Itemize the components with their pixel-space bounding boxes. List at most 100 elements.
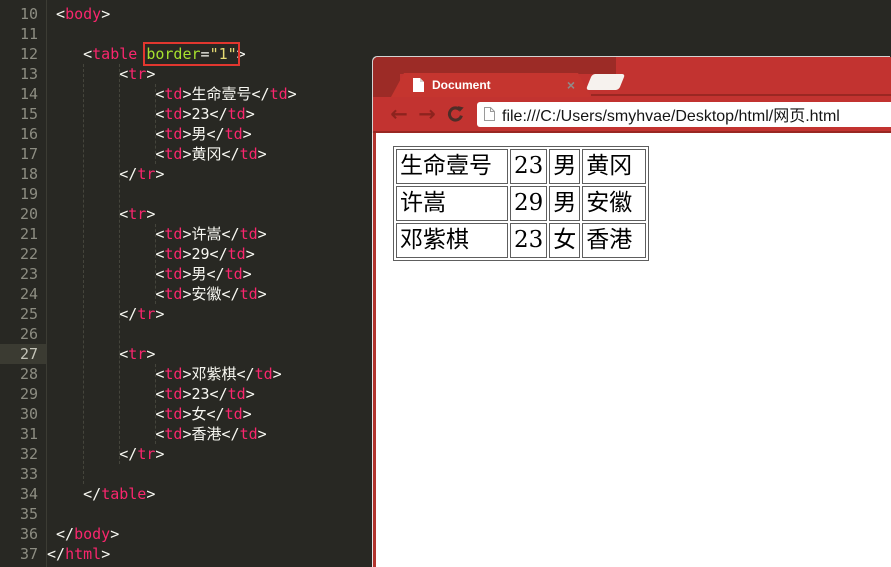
code-token: td xyxy=(164,265,183,283)
forward-button[interactable]: → xyxy=(413,103,441,125)
code-token: td xyxy=(164,225,183,243)
tab-strip: Document × xyxy=(373,57,891,97)
table-cell: 29 xyxy=(510,186,548,221)
code-token: < xyxy=(47,145,165,163)
code-token: > xyxy=(146,345,156,363)
code-token: td xyxy=(224,265,243,283)
tabstrip-separator xyxy=(591,94,891,96)
annotation-box: border="1" xyxy=(143,42,240,66)
browser-toolbar: ← → file:///C:/Users/smyhvae/Desktop/htm… xyxy=(373,97,891,133)
code-token: tr xyxy=(128,205,147,223)
table-row: 生命壹号 23 男黄冈 xyxy=(396,149,647,184)
page-content: 生命壹号 23 男黄冈 许嵩 29 男安徽 邓紫棋 23 女香港 xyxy=(373,133,891,567)
code-line: 10 <body> xyxy=(0,4,891,24)
code-text: </tr> xyxy=(46,304,164,324)
indent-guide xyxy=(83,64,84,484)
code-token: < xyxy=(47,5,66,23)
code-token: tr xyxy=(137,165,156,183)
line-number: 11 xyxy=(19,25,38,43)
code-token: > xyxy=(242,265,252,283)
line-number: 13 xyxy=(19,65,38,83)
code-text: <body> xyxy=(46,4,110,24)
code-token: </ xyxy=(47,485,102,503)
table-cell: 黄冈 xyxy=(582,149,647,184)
code-token: > xyxy=(146,485,156,503)
reload-icon xyxy=(447,105,464,122)
back-button[interactable]: ← xyxy=(385,103,413,125)
code-text: </tr> xyxy=(46,164,164,184)
code-token: < xyxy=(47,205,129,223)
code-token: < xyxy=(47,365,165,383)
tab-title: Document xyxy=(432,78,491,92)
code-token: > xyxy=(245,245,255,263)
code-token: < xyxy=(47,125,165,143)
code-text: <td>安徽</td> xyxy=(46,284,267,304)
code-token: < xyxy=(47,45,93,63)
code-token: </ xyxy=(47,165,138,183)
browser-tab[interactable]: Document × xyxy=(391,73,591,97)
code-token: > xyxy=(242,405,252,423)
code-token: >安徽</ xyxy=(182,285,240,303)
code-token: td xyxy=(227,245,246,263)
code-token: > xyxy=(245,385,255,403)
code-token: > xyxy=(101,545,111,563)
table-cell: 香港 xyxy=(582,223,647,258)
code-token: > xyxy=(236,45,246,63)
code-token: >男</ xyxy=(182,125,225,143)
line-number: 23 xyxy=(19,265,38,283)
code-text: <tr> xyxy=(46,204,155,224)
code-token: = xyxy=(200,45,210,63)
code-token: td xyxy=(164,285,183,303)
line-number: 21 xyxy=(19,225,38,243)
code-token: >生命壹号</ xyxy=(182,85,270,103)
code-text: <td>邓紫棋</td> xyxy=(46,364,282,384)
code-token: >黄冈</ xyxy=(182,145,240,163)
line-number: 17 xyxy=(19,145,38,163)
code-token: > xyxy=(272,365,282,383)
titlebar xyxy=(373,57,616,74)
url-page-icon xyxy=(484,107,495,121)
code-token: < xyxy=(47,265,165,283)
code-token: td xyxy=(164,105,183,123)
code-token: td xyxy=(164,245,183,263)
tab-close-icon[interactable]: × xyxy=(567,78,575,92)
code-token: >邓紫棋</ xyxy=(182,365,255,383)
code-text: <td>女</td> xyxy=(46,404,252,424)
code-text: <td>男</td> xyxy=(46,264,252,284)
line-number: 36 xyxy=(19,525,38,543)
table-cell: 许嵩 xyxy=(396,186,508,221)
code-token: > xyxy=(257,145,267,163)
code-token: > xyxy=(155,445,165,463)
line-number: 33 xyxy=(19,465,38,483)
code-token: tr xyxy=(137,305,156,323)
code-token: </ xyxy=(47,445,138,463)
code-token: > xyxy=(146,65,156,83)
code-token: table xyxy=(101,485,147,503)
code-token: > xyxy=(101,5,111,23)
code-text: <tr> xyxy=(46,64,155,84)
table-cell: 生命壹号 xyxy=(396,149,508,184)
code-token: < xyxy=(47,225,165,243)
line-number: 18 xyxy=(19,165,38,183)
code-text: <td>23</td> xyxy=(46,384,255,404)
table-cell: 23 xyxy=(510,149,548,184)
new-tab-button[interactable] xyxy=(585,74,626,90)
code-token: td xyxy=(239,145,258,163)
indent-guide xyxy=(155,84,156,164)
code-token: body xyxy=(65,5,102,23)
reload-button[interactable] xyxy=(441,105,469,124)
address-bar[interactable]: file:///C:/Users/smyhvae/Desktop/html/网页… xyxy=(477,101,891,127)
browser-window: Document × ← → file:///C:/Users/smyhvae/… xyxy=(373,57,891,567)
code-token: > xyxy=(257,285,267,303)
code-token: > xyxy=(257,425,267,443)
code-text: <td>男</td> xyxy=(46,124,251,144)
code-token: td xyxy=(164,85,183,103)
indent-guide xyxy=(119,64,120,464)
code-token: td xyxy=(164,405,183,423)
code-text: <td>许嵩</td> xyxy=(46,224,266,244)
table-cell: 男 xyxy=(549,149,581,184)
line-number: 32 xyxy=(19,445,38,463)
table-cell: 女 xyxy=(549,223,581,258)
code-token: >许嵩</ xyxy=(182,225,240,243)
